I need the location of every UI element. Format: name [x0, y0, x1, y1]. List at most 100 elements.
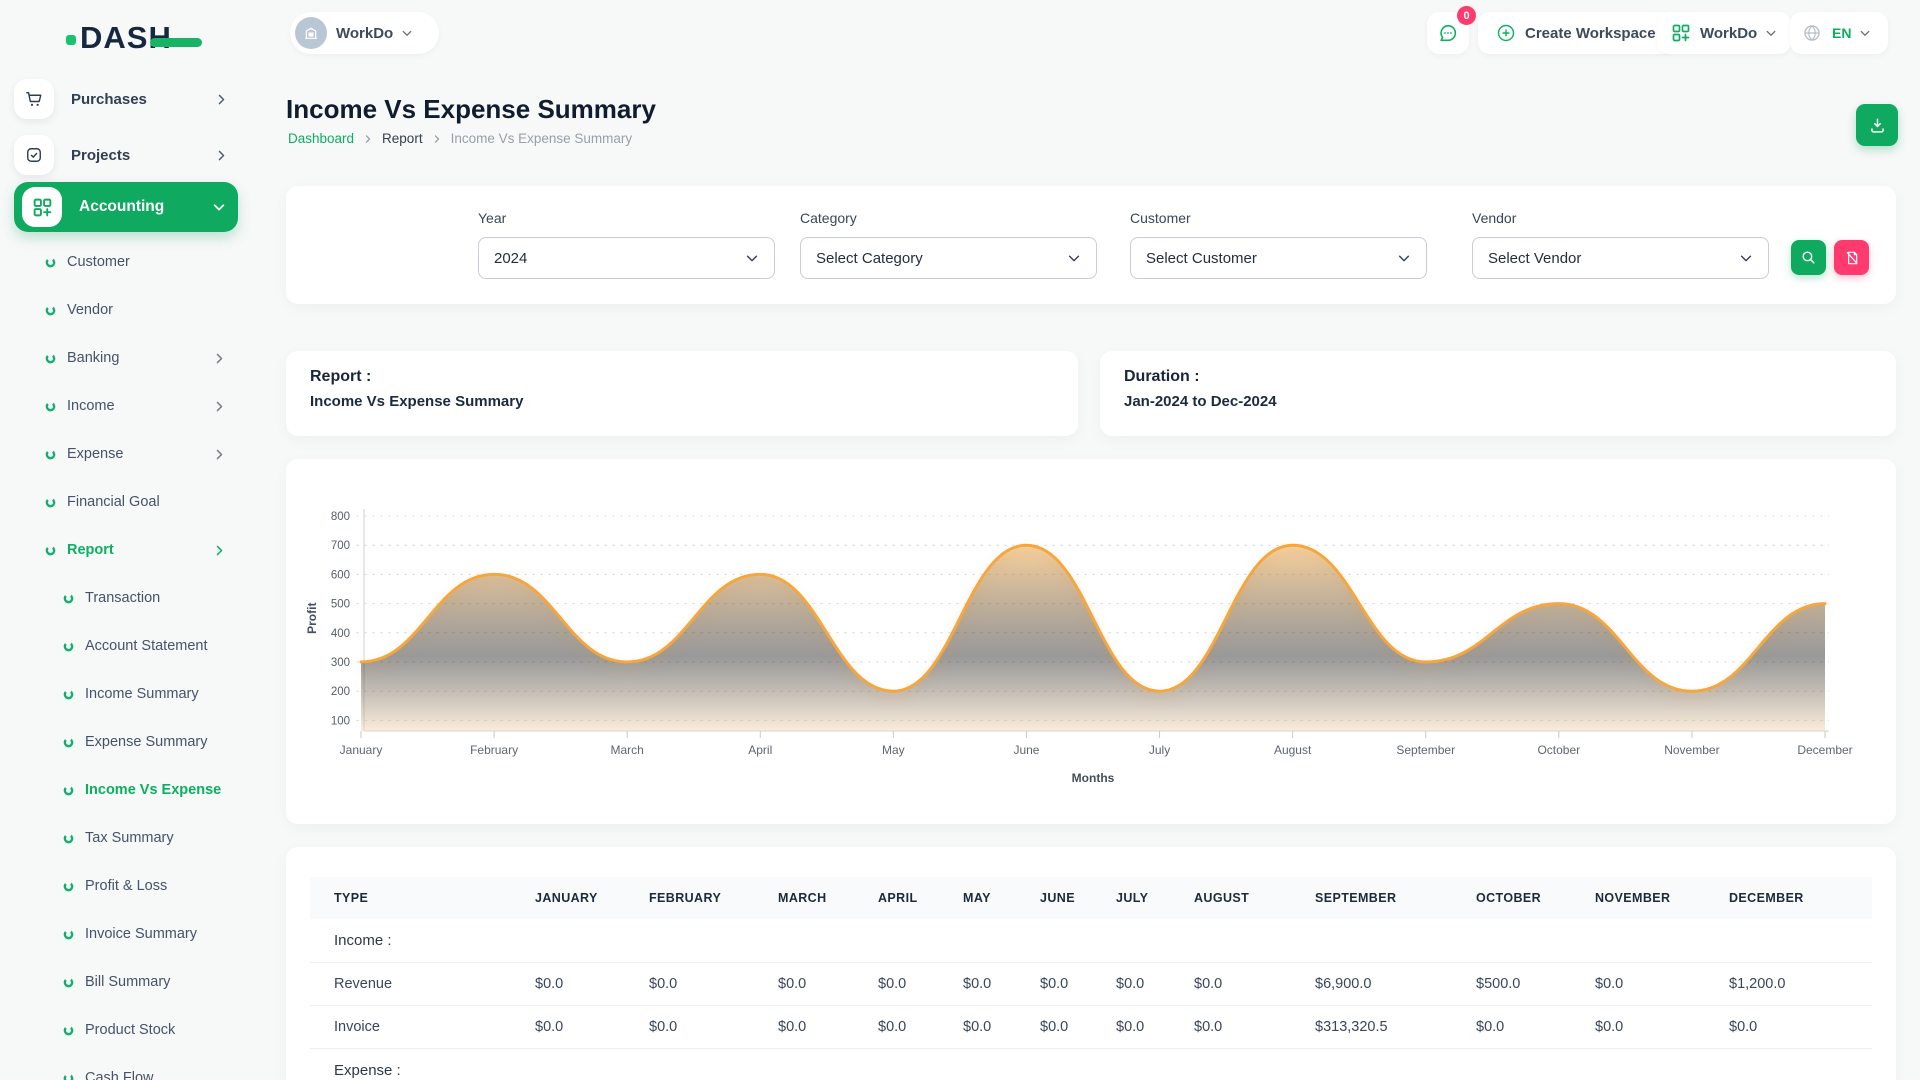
sidebar-item-invoice-summary[interactable]: Invoice Summary [14, 910, 238, 958]
sidebar-item-profit-loss[interactable]: Profit & Loss [14, 862, 238, 910]
sidebar-label: Income [67, 398, 213, 414]
sidebar-label: Bill Summary [85, 974, 238, 990]
chevron-down-icon [1397, 251, 1411, 265]
svg-text:100: 100 [331, 715, 350, 727]
sidebar-item-product-stock[interactable]: Product Stock [14, 1006, 238, 1054]
category-select[interactable]: Select Category [800, 237, 1097, 279]
svg-text:October: October [1537, 743, 1580, 757]
breadcrumb-item-report[interactable]: Report [382, 131, 423, 146]
sidebar-item-income-vs-expense[interactable]: Income Vs Expense [14, 766, 238, 814]
svg-text:April: April [748, 743, 772, 757]
breadcrumb-item-dashboard[interactable]: Dashboard [288, 131, 354, 146]
logo-dash-icon [150, 38, 202, 47]
table-header-april: APRIL [878, 877, 963, 919]
bullet-donut-icon [63, 833, 74, 844]
sidebar-item-accounting[interactable]: Accounting [14, 182, 238, 232]
sidebar-label: Product Stock [85, 1022, 238, 1038]
svg-text:700: 700 [331, 540, 350, 552]
chevron-down-icon [1765, 27, 1777, 39]
svg-text:January: January [340, 743, 383, 757]
workspace-switcher[interactable]: WorkDo [290, 12, 439, 54]
svg-text:500: 500 [331, 599, 350, 611]
profit-chart-card: 800700600500400300200100JanuaryFebruaryM… [286, 459, 1896, 824]
chevron-right-icon [213, 400, 226, 413]
sidebar-item-income-summary[interactable]: Income Summary [14, 670, 238, 718]
table-header-august: AUGUST [1194, 877, 1315, 919]
sidebar-item-vendor[interactable]: Vendor [14, 286, 238, 334]
svg-text:Months: Months [1072, 771, 1115, 785]
sidebar-item-account-statement[interactable]: Account Statement [14, 622, 238, 670]
sidebar-item-bill-summary[interactable]: Bill Summary [14, 958, 238, 1006]
sidebar-item-report[interactable]: Report [14, 526, 238, 574]
workspace-avatar [295, 17, 327, 49]
chevron-right-icon [215, 93, 228, 106]
filter-label: Year [478, 210, 775, 226]
chevron-down-icon [1739, 251, 1753, 265]
workspace-name: WorkDo [336, 25, 393, 42]
create-workspace-button[interactable]: Create Workspace [1478, 12, 1674, 54]
sidebar-label: Projects [71, 147, 215, 164]
bullet-donut-icon [63, 737, 74, 748]
messages-button[interactable]: 0 [1427, 12, 1469, 54]
sidebar-item-financial-goal[interactable]: Financial Goal [14, 478, 238, 526]
language-selector[interactable]: EN [1790, 12, 1888, 54]
svg-text:November: November [1664, 743, 1719, 757]
sidebar-item-expense[interactable]: Expense [14, 430, 238, 478]
sidebar-label: Tax Summary [85, 830, 238, 846]
duration-summary-card: Duration : Jan-2024 to Dec-2024 [1100, 351, 1896, 436]
chevron-down-icon [212, 200, 226, 214]
customer-select[interactable]: Select Customer [1130, 237, 1427, 279]
apply-filter-button[interactable] [1791, 240, 1826, 275]
reset-filter-button[interactable] [1834, 240, 1869, 275]
sidebar-label: Income Summary [85, 686, 238, 702]
svg-text:June: June [1013, 743, 1039, 757]
sidebar-label: Invoice Summary [85, 926, 238, 942]
sidebar-label: Transaction [85, 590, 238, 606]
chevron-right-icon [213, 448, 226, 461]
bullet-donut-icon [45, 497, 56, 508]
workdo-menu-label: WorkDo [1700, 25, 1757, 42]
table-header-march: MARCH [778, 877, 878, 919]
sidebar-item-purchases[interactable]: Purchases [14, 76, 238, 122]
breadcrumb: Dashboard Report Income Vs Expense Summary [288, 131, 632, 146]
bullet-donut-icon [63, 1073, 74, 1080]
breadcrumb-item-income-vs-expense-summary: Income Vs Expense Summary [451, 131, 633, 146]
sidebar-item-income[interactable]: Income [14, 382, 238, 430]
income-expense-table: TYPEJANUARYFEBRUARYMARCHAPRILMAYJUNEJULY… [310, 877, 1872, 1080]
svg-text:September: September [1396, 743, 1455, 757]
sidebar-item-customer[interactable]: Customer [14, 238, 238, 286]
svg-text:February: February [470, 743, 518, 757]
sidebar-label: Income Vs Expense [85, 782, 238, 798]
sidebar-item-transaction[interactable]: Transaction [14, 574, 238, 622]
row-value-cell: $6,900.0 [1315, 963, 1476, 1006]
sidebar-item-cash-flow[interactable]: Cash Flow [14, 1054, 238, 1080]
row-type-cell: Invoice [310, 1006, 535, 1049]
report-submenu: Transaction Account Statement Income Summa… [14, 574, 238, 1080]
building-icon [303, 25, 319, 41]
workdo-menu-button[interactable]: WorkDo [1657, 12, 1791, 54]
download-button[interactable] [1856, 104, 1898, 146]
chevron-right-icon [215, 149, 228, 162]
bullet-donut-icon [45, 401, 56, 412]
svg-text:600: 600 [331, 569, 350, 581]
sidebar-item-expense-summary[interactable]: Expense Summary [14, 718, 238, 766]
sidebar-item-projects[interactable]: Projects [14, 132, 238, 178]
row-value-cell: $0.0 [1194, 1006, 1315, 1049]
sidebar-label: Report [67, 542, 213, 558]
chevron-down-icon [401, 27, 413, 39]
year-select[interactable]: 2024 [478, 237, 775, 279]
filter-vendor: Vendor Select Vendor [1472, 210, 1769, 279]
table-header-february: FEBRUARY [649, 877, 778, 919]
row-value-cell: $0.0 [1116, 1006, 1194, 1049]
row-value-cell: $0.0 [878, 1006, 963, 1049]
vendor-select[interactable]: Select Vendor [1472, 237, 1769, 279]
sidebar-item-banking[interactable]: Banking [14, 334, 238, 382]
profit-area-chart: 800700600500400300200100JanuaryFebruaryM… [286, 459, 1896, 824]
sidebar-item-tax-summary[interactable]: Tax Summary [14, 814, 238, 862]
row-value-cell: $0.0 [1116, 963, 1194, 1006]
chat-bubble-icon [1437, 22, 1459, 44]
duration-card-value: Jan-2024 to Dec-2024 [1124, 393, 1872, 410]
sidebar-label: Expense [67, 446, 213, 462]
table-header-september: SEPTEMBER [1315, 877, 1476, 919]
bullet-donut-icon [63, 593, 74, 604]
